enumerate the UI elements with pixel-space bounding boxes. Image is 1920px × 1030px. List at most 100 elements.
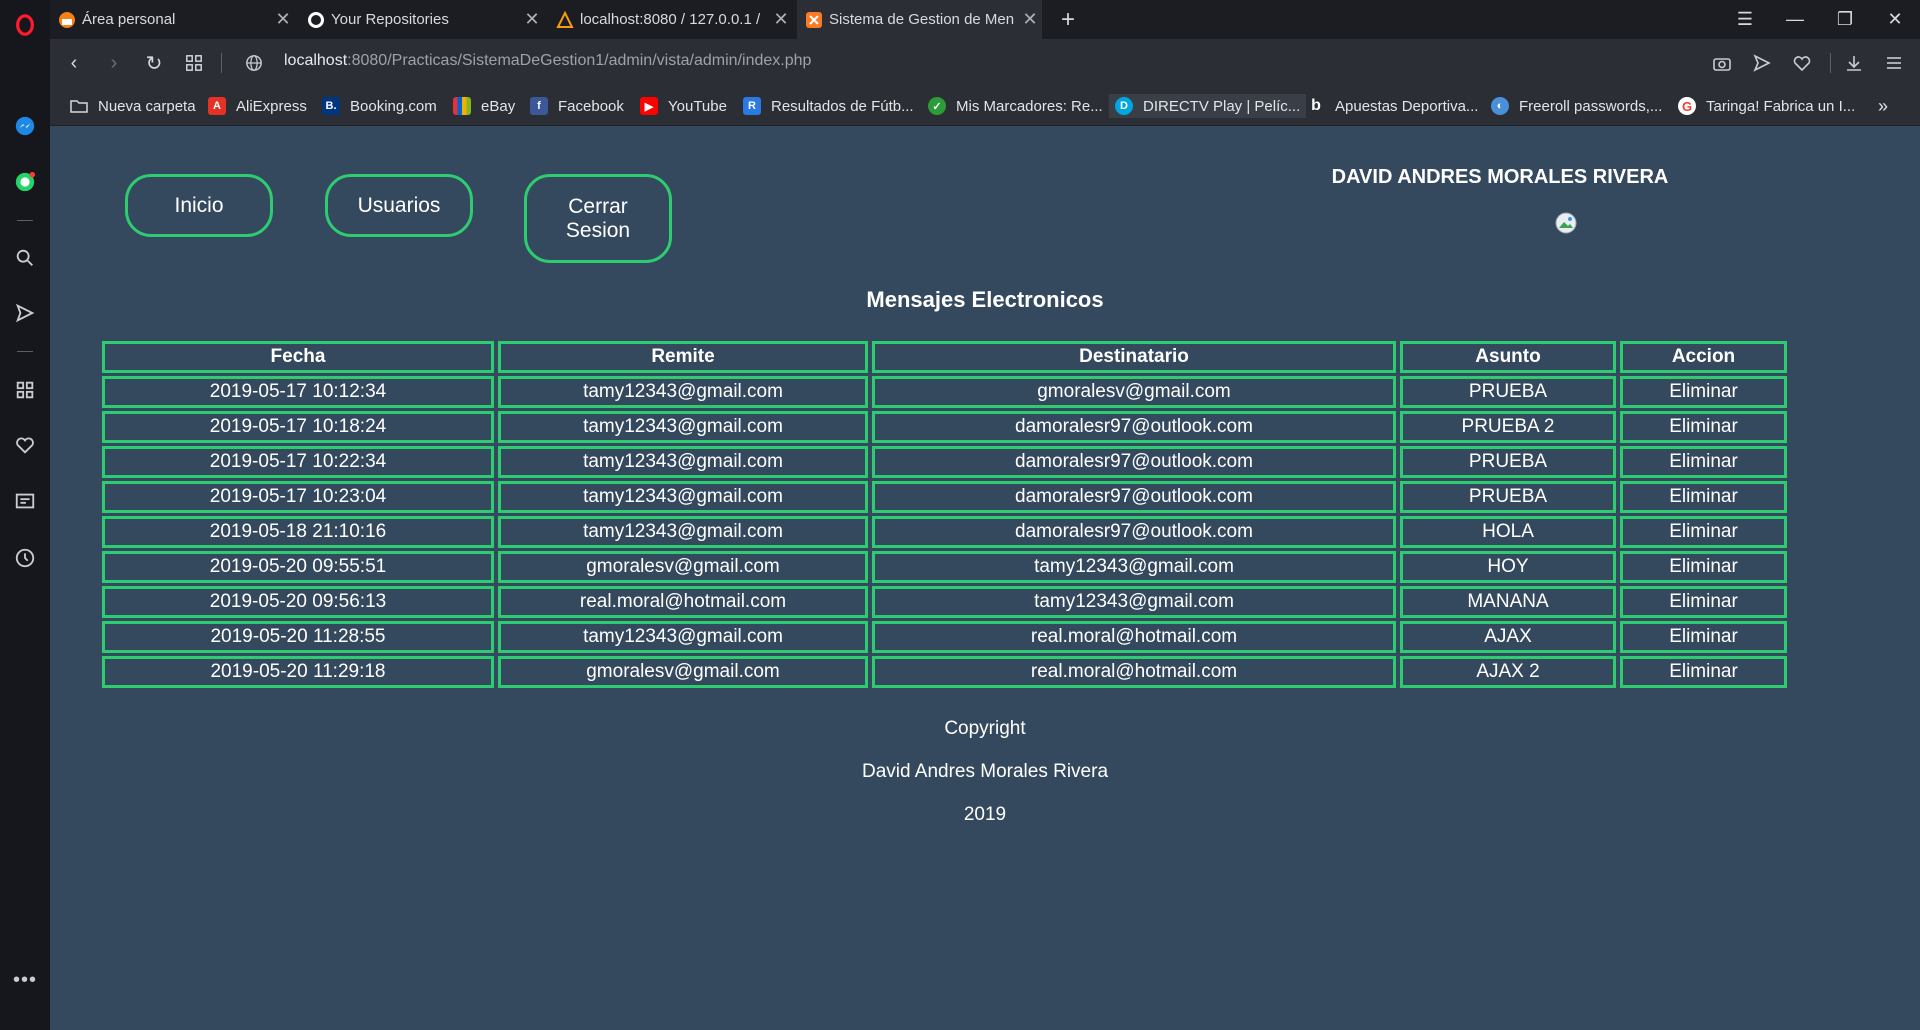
tab-menu-icon[interactable]: ☰ — [1722, 0, 1768, 39]
search-icon[interactable] — [0, 243, 50, 273]
cell-destinatario: real.moral@hotmail.com — [872, 656, 1396, 688]
footer: Copyright David Andres Morales Rivera 20… — [50, 707, 1920, 836]
bookmark-ebay[interactable]: eBay — [453, 94, 515, 118]
cerrar-sesion-label: Cerrar Sesion — [566, 195, 630, 241]
eliminar-link[interactable]: Eliminar — [1620, 376, 1787, 408]
bookmark-freeroll[interactable]: ◐ Freeroll passwords,... — [1491, 94, 1662, 118]
minimize-button[interactable]: — — [1772, 0, 1818, 39]
table-row: 2019-05-18 21:10:16 tamy12343@gmail.com … — [102, 516, 1787, 548]
cerrar-sesion-button[interactable]: Cerrar Sesion — [524, 174, 672, 263]
reload-icon[interactable]: ↻ — [138, 47, 170, 79]
bookmark-label: Taringa! Fabrica un I... — [1706, 97, 1856, 115]
back-button[interactable]: ‹ — [58, 47, 90, 79]
facebook-icon: f — [530, 97, 548, 115]
bookmark-label: Apuestas Deportiva... — [1335, 97, 1479, 115]
forward-button[interactable]: › — [98, 47, 130, 79]
bookmark-facebook[interactable]: f Facebook — [530, 94, 624, 118]
new-tab-button[interactable]: + — [1045, 0, 1091, 39]
site-info-icon[interactable] — [238, 47, 270, 79]
cell-fecha: 2019-05-17 10:18:24 — [102, 411, 494, 443]
bookmark-mis-marcadores[interactable]: ✓ Mis Marcadores: Re... — [928, 94, 1103, 118]
tab-title: localhost:8080 / 127.0.0.1 / — [580, 11, 761, 28]
eliminar-link[interactable]: Eliminar — [1620, 516, 1787, 548]
speed-dial-icon[interactable] — [0, 375, 50, 405]
cell-asunto: PRUEBA 2 — [1400, 411, 1616, 443]
camera-icon[interactable] — [1706, 47, 1738, 79]
youtube-icon: ▶ — [640, 97, 658, 115]
cell-remite: tamy12343@gmail.com — [498, 481, 868, 513]
bookmark-aliexpress[interactable]: A AliExpress — [208, 94, 307, 118]
table-row: 2019-05-20 11:28:55 tamy12343@gmail.com … — [102, 621, 1787, 653]
bookmark-booking[interactable]: B. Booking.com — [322, 94, 437, 118]
tab-sistema-gestion[interactable]: Sistema de Gestion de Men ✕ — [797, 0, 1042, 39]
url-field[interactable]: localhost:8080/Practicas/SistemaDeGestio… — [284, 52, 811, 70]
cell-destinatario: damoralesr97@outlook.com — [872, 481, 1396, 513]
bookmark-nueva-carpeta[interactable]: Nueva carpeta — [70, 94, 196, 118]
tab-phpmyadmin[interactable]: localhost:8080 / 127.0.0.1 / ✕ — [548, 0, 793, 39]
url-path: :8080/Practicas/SistemaDeGestion1/admin/… — [347, 52, 812, 69]
more-options-icon[interactable]: ••• — [0, 965, 50, 995]
messenger-icon[interactable] — [0, 111, 50, 141]
bookmark-label: Freeroll passwords,... — [1519, 97, 1663, 115]
table-row: 2019-05-17 10:23:04 tamy12343@gmail.com … — [102, 481, 1787, 513]
bookmark-label: eBay — [481, 97, 516, 115]
bookmark-directv[interactable]: D DIRECTV Play | Pelíc... — [1109, 94, 1307, 118]
cell-asunto: PRUEBA — [1400, 481, 1616, 513]
cell-fecha: 2019-05-18 21:10:16 — [102, 516, 494, 548]
eliminar-link[interactable]: Eliminar — [1620, 586, 1787, 618]
send-icon[interactable] — [1746, 47, 1778, 79]
heart-icon[interactable] — [0, 430, 50, 460]
cell-remite: tamy12343@gmail.com — [498, 516, 868, 548]
cell-asunto: HOLA — [1400, 516, 1616, 548]
cell-remite: tamy12343@gmail.com — [498, 621, 868, 653]
easy-setup-icon[interactable] — [1878, 47, 1910, 79]
bookmark-youtube[interactable]: ▶ YouTube — [640, 94, 727, 118]
cell-asunto: AJAX — [1400, 621, 1616, 653]
eliminar-link[interactable]: Eliminar — [1620, 446, 1787, 478]
column-header-accion: Accion — [1620, 341, 1787, 373]
bookmark-apuestas[interactable]: b Apuestas Deportiva... — [1307, 94, 1478, 118]
more-bookmarks-icon[interactable]: » — [1878, 94, 1888, 118]
table-row: 2019-05-20 11:29:18 gmoralesv@gmail.com … — [102, 656, 1787, 688]
whatsapp-icon[interactable] — [0, 167, 50, 197]
bookmark-label: YouTube — [668, 97, 727, 115]
eliminar-link[interactable]: Eliminar — [1620, 656, 1787, 688]
tab-your-repositories[interactable]: Your Repositories ✕ — [299, 0, 544, 39]
apuestas-icon: b — [1311, 97, 1321, 114]
opera-logo-icon[interactable] — [0, 10, 50, 40]
ebay-icon — [453, 97, 471, 115]
xampp-icon — [806, 11, 822, 28]
eliminar-link[interactable]: Eliminar — [1620, 411, 1787, 443]
usuarios-button[interactable]: Usuarios — [325, 174, 473, 237]
tab-title: Área personal — [82, 11, 176, 28]
send-icon[interactable] — [0, 298, 50, 328]
close-icon[interactable]: ✕ — [769, 9, 793, 30]
bookmark-resultados[interactable]: R Resultados de Fútb... — [743, 94, 914, 118]
inicio-button[interactable]: Inicio — [125, 174, 273, 237]
close-icon[interactable]: ✕ — [1018, 9, 1042, 30]
cell-fecha: 2019-05-20 09:55:51 — [102, 551, 494, 583]
cell-remite: tamy12343@gmail.com — [498, 376, 868, 408]
bookmark-taringa[interactable]: G Taringa! Fabrica un I... — [1678, 94, 1855, 118]
close-icon[interactable]: ✕ — [520, 9, 544, 30]
download-icon[interactable] — [1838, 47, 1870, 79]
cell-fecha: 2019-05-17 10:12:34 — [102, 376, 494, 408]
cell-destinatario: tamy12343@gmail.com — [872, 551, 1396, 583]
close-icon[interactable]: ✕ — [271, 9, 295, 30]
cell-remite: real.moral@hotmail.com — [498, 586, 868, 618]
history-icon[interactable] — [0, 543, 50, 573]
restore-button[interactable]: ❐ — [1822, 0, 1868, 39]
column-header-remite: Remite — [498, 341, 868, 373]
eliminar-link[interactable]: Eliminar — [1620, 481, 1787, 513]
eliminar-link[interactable]: Eliminar — [1620, 551, 1787, 583]
cerrar-label-line1: Cerrar — [568, 195, 628, 219]
tab-area-personal[interactable]: Área personal ✕ — [50, 0, 295, 39]
news-icon[interactable] — [0, 486, 50, 516]
page-content: Inicio Usuarios Cerrar Sesion DAVID ANDRE… — [50, 127, 1920, 1030]
cell-destinatario: damoralesr97@outlook.com — [872, 446, 1396, 478]
heart-icon[interactable] — [1786, 47, 1818, 79]
close-window-button[interactable]: ✕ — [1872, 0, 1918, 39]
eliminar-link[interactable]: Eliminar — [1620, 621, 1787, 653]
tabs-grid-icon[interactable] — [178, 47, 210, 79]
github-icon — [308, 11, 324, 28]
